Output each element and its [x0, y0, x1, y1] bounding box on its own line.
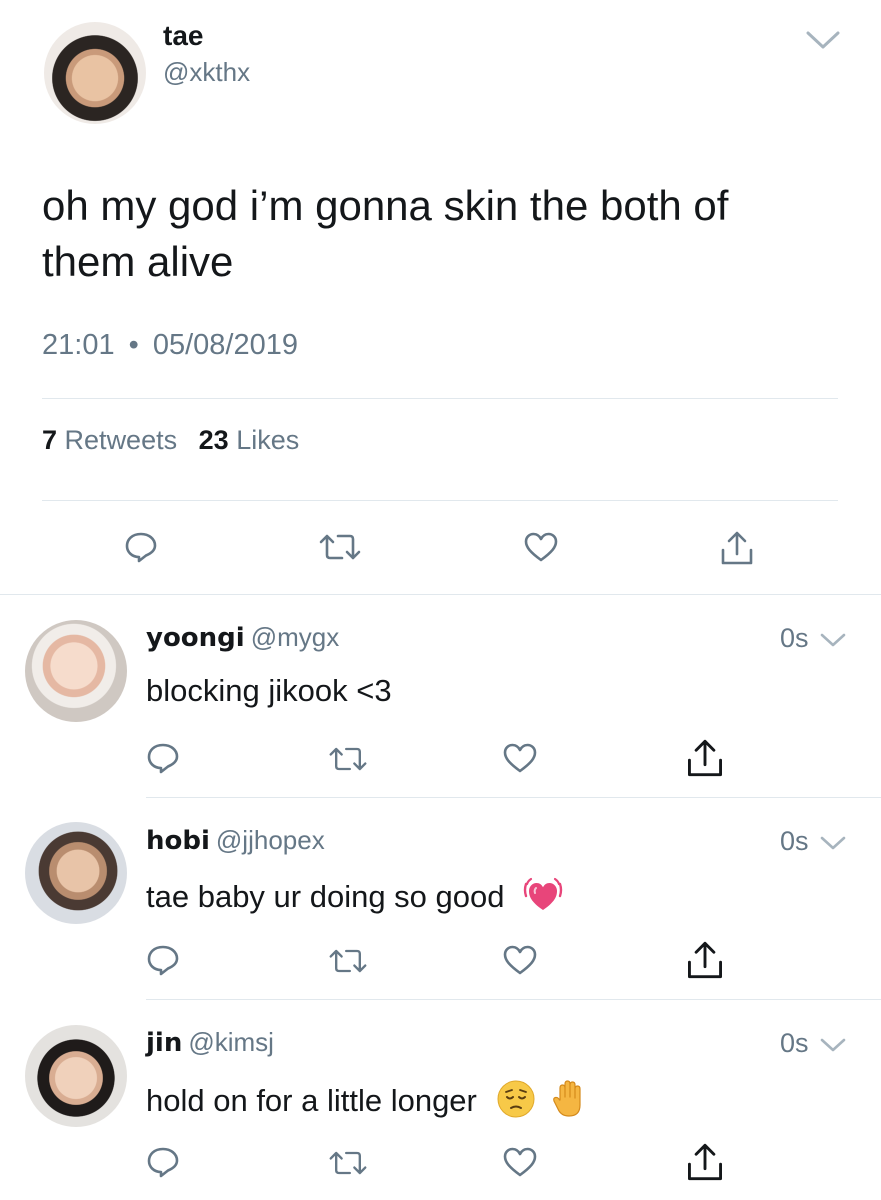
tweet-timestamp: 21:01 • 05/08/2019: [42, 329, 298, 362]
reply-icon[interactable]: [124, 531, 158, 563]
reply-time: 0s: [780, 1028, 809, 1058]
pensive-face-icon: [496, 1079, 536, 1127]
reply-avatar[interactable]: [25, 1025, 127, 1127]
share-icon[interactable]: [720, 530, 754, 566]
share-icon[interactable]: [686, 738, 724, 778]
retweets-stat[interactable]: 7 Retweets: [42, 425, 177, 455]
author-handle[interactable]: @xkthx: [163, 57, 250, 88]
author-avatar[interactable]: [44, 22, 146, 124]
divider: [42, 500, 838, 501]
reply-text: hold on for a little longer: [146, 1083, 477, 1119]
reply-text: tae baby ur doing so good: [146, 879, 505, 915]
reply-avatar[interactable]: [25, 620, 127, 722]
retweets-count: 7: [42, 425, 58, 455]
like-icon[interactable]: [503, 945, 537, 975]
tweet-text: oh my god i’m gonna skin the both of the…: [42, 182, 729, 285]
retweets-label: Retweets: [64, 425, 178, 455]
raised-hand-icon: [550, 1078, 590, 1128]
retweet-icon[interactable]: [328, 948, 368, 974]
reply-icon[interactable]: [146, 1146, 180, 1178]
reply-author-handle[interactable]: @mygx: [251, 622, 340, 652]
reply-icon[interactable]: [146, 742, 180, 774]
retweet-icon[interactable]: [328, 746, 368, 772]
chevron-down-icon[interactable]: [820, 835, 846, 851]
tweet-date: 05/08/2019: [152, 329, 299, 361]
reply-time: 0s: [780, 826, 809, 856]
chevron-down-icon[interactable]: [820, 632, 846, 648]
likes-label: Likes: [236, 425, 300, 455]
reply-author-handle[interactable]: @jjhopex: [216, 825, 325, 855]
divider: [146, 797, 881, 798]
divider: [0, 594, 881, 595]
tweet-time: 21:01: [42, 329, 115, 361]
timestamp-separator: •: [128, 329, 139, 361]
like-icon[interactable]: [503, 743, 537, 773]
reply-avatar[interactable]: [25, 822, 127, 924]
reply-text-line: hold on for a little longer: [146, 1078, 590, 1128]
reply-header: jin @kimsj: [146, 1027, 274, 1058]
divider: [146, 999, 881, 1000]
likes-count: 23: [198, 425, 229, 455]
likes-stat[interactable]: 23 Likes: [199, 425, 300, 455]
chevron-down-icon[interactable]: [820, 1037, 846, 1053]
author-name[interactable]: tae: [163, 20, 203, 52]
reply-author-name[interactable]: hobi: [146, 826, 210, 856]
reply-time: 0s: [780, 623, 809, 653]
vibrating-heart-icon: [523, 876, 563, 922]
retweet-icon[interactable]: [318, 533, 362, 561]
reply-text: blocking jikook <3: [146, 673, 392, 708]
reply-header: hobi @jjhopex: [146, 825, 325, 856]
tweet-stats: 7 Retweets 23 Likes: [42, 425, 299, 456]
reply-author-name[interactable]: yoongi: [146, 623, 245, 653]
reply-author-handle[interactable]: @kimsj: [188, 1027, 274, 1057]
like-icon[interactable]: [524, 532, 558, 562]
reply-author-name[interactable]: jin: [146, 1028, 182, 1058]
like-icon[interactable]: [503, 1147, 537, 1177]
chevron-down-icon[interactable]: [806, 30, 840, 50]
reply-text-line: tae baby ur doing so good: [146, 876, 563, 922]
divider: [42, 398, 838, 399]
reply-header: yoongi @mygx: [146, 622, 339, 653]
share-icon[interactable]: [686, 940, 724, 980]
share-icon[interactable]: [686, 1142, 724, 1182]
reply-icon[interactable]: [146, 944, 180, 976]
retweet-icon[interactable]: [328, 1150, 368, 1176]
